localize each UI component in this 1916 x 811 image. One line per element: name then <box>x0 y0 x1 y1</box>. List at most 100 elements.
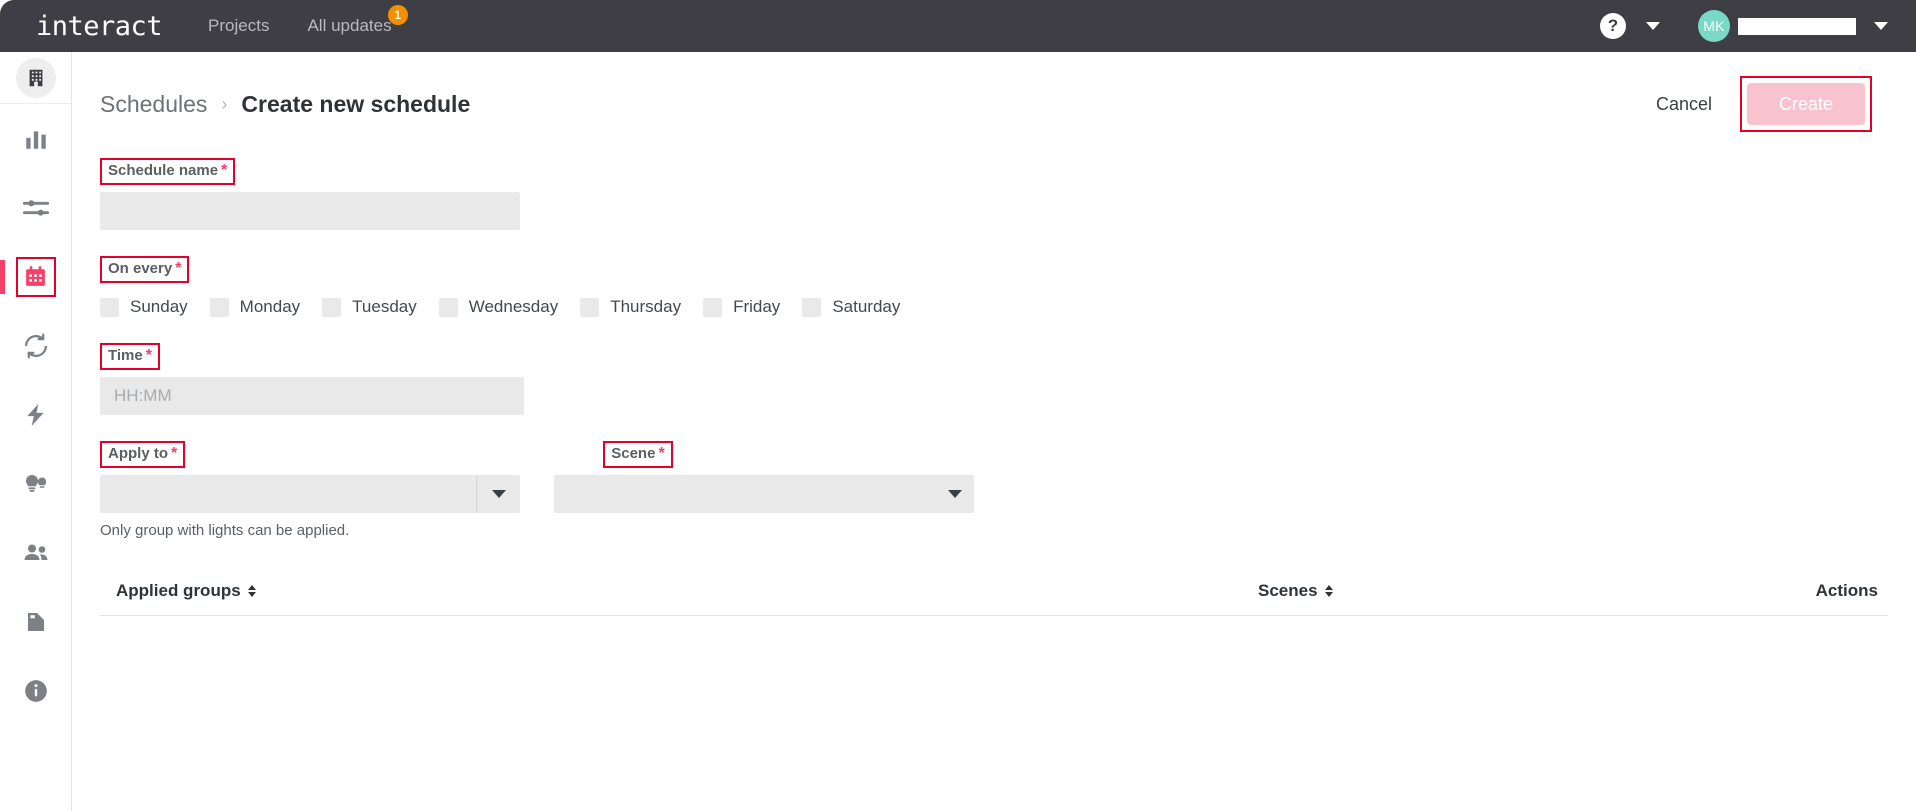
nav-projects-label: Projects <box>208 16 270 35</box>
on-every-label-highlight: On every * <box>100 256 190 283</box>
sidebar-item-sync[interactable] <box>0 311 71 380</box>
day-checkbox-thursday[interactable]: Thursday <box>580 297 681 317</box>
apply-to-label: Apply to <box>108 445 168 462</box>
field-apply-to-and-scene: Apply to * Scene * Only group with lights … <box>100 441 1888 539</box>
apply-to-required-mark: * <box>171 445 178 462</box>
people-icon <box>22 539 50 567</box>
scene-required-mark: * <box>658 445 665 462</box>
day-checkbox-saturday[interactable]: Saturday <box>802 297 900 317</box>
sort-toggle-icon[interactable] <box>1324 585 1333 597</box>
checkbox-icon[interactable] <box>802 297 822 317</box>
column-header-actions-label: Actions <box>1815 581 1878 600</box>
checkbox-icon[interactable] <box>100 297 119 317</box>
day-label: Friday <box>733 297 781 316</box>
dropdown-row: Only group with lights can be applied. <box>100 475 1888 539</box>
column-header-scenes-label: Scenes <box>1258 581 1318 600</box>
info-icon <box>23 678 49 704</box>
applied-groups-table: Applied groups Scenes Actions <box>100 581 1888 616</box>
apply-to-scene-labels: Apply to * Scene * <box>100 441 1888 468</box>
schedule-name-input[interactable] <box>100 192 520 230</box>
user-chevron-down-icon[interactable] <box>1874 22 1888 30</box>
schedule-name-label-highlight: Schedule name * <box>100 158 236 185</box>
create-button-highlight: Create <box>1740 76 1872 132</box>
time-label-highlight: Time * <box>100 343 160 370</box>
create-schedule-form: Schedule name* On every* Sunday Monday <box>72 128 1916 539</box>
day-checkbox-group: Sunday Monday Tuesday Wednesday Thursday <box>100 297 1888 317</box>
column-header-applied-groups[interactable]: Applied groups <box>116 581 1258 601</box>
updates-count-badge: 1 <box>387 5 408 25</box>
checkbox-icon[interactable] <box>438 297 458 317</box>
help-chevron-down-icon[interactable] <box>1646 22 1660 30</box>
left-sidebar <box>0 52 72 811</box>
day-checkbox-sunday[interactable]: Sunday <box>100 297 188 317</box>
checkbox-icon[interactable] <box>322 297 342 317</box>
day-label: Tuesday <box>352 297 417 316</box>
time-label: Time <box>108 347 143 364</box>
chevron-down-icon <box>491 490 506 498</box>
day-label: Sunday <box>130 297 188 316</box>
column-header-actions: Actions <box>1816 581 1878 601</box>
checkbox-icon[interactable] <box>580 297 600 317</box>
day-checkbox-wednesday[interactable]: Wednesday <box>438 297 558 317</box>
scene-dropdown[interactable] <box>554 475 974 513</box>
field-on-every: On every* Sunday Monday Tuesday Wednesd <box>100 256 1888 317</box>
apply-to-helper-text: Only group with lights can be applied. <box>100 522 350 539</box>
top-nav-links: Projects All updates 1 <box>208 5 408 36</box>
time-input[interactable] <box>100 377 524 415</box>
brand-logo[interactable]: interact <box>36 11 163 42</box>
nav-projects[interactable]: Projects <box>208 16 269 36</box>
table-header-row: Applied groups Scenes Actions <box>100 581 1888 616</box>
lightbulb-icon <box>22 470 50 498</box>
sidebar-item-reports[interactable] <box>0 587 71 656</box>
cancel-button[interactable]: Cancel <box>1656 94 1712 115</box>
day-checkbox-monday[interactable]: Monday <box>209 297 301 317</box>
breadcrumb-schedules[interactable]: Schedules <box>100 91 207 118</box>
sidebar-item-controls[interactable] <box>0 173 71 242</box>
top-right-cluster: ? MK <box>1600 10 1916 42</box>
checkbox-icon[interactable] <box>209 297 229 317</box>
scene-dropdown-group <box>554 475 974 539</box>
sidebar-item-organization[interactable] <box>0 52 71 104</box>
scene-label-highlight: Scene * <box>603 441 673 468</box>
column-header-scenes[interactable]: Scenes <box>1258 581 1770 601</box>
document-icon <box>24 610 48 634</box>
main-content: Schedules › Create new schedule Cancel C… <box>72 52 1916 811</box>
apply-to-label-highlight: Apply to * <box>100 441 186 468</box>
on-every-label: On every <box>108 260 173 277</box>
lightning-bolt-icon <box>23 402 49 428</box>
create-button[interactable]: Create <box>1747 83 1865 125</box>
help-icon[interactable]: ? <box>1600 13 1626 39</box>
page-header: Schedules › Create new schedule Cancel C… <box>72 52 1916 132</box>
avatar[interactable]: MK <box>1698 10 1730 42</box>
checkbox-icon[interactable] <box>703 297 723 317</box>
scene-dropdown-toggle[interactable] <box>936 475 974 513</box>
nav-all-updates-label: All updates <box>307 16 392 35</box>
field-time: Time * <box>100 343 1888 415</box>
apply-to-dropdown[interactable] <box>100 475 520 513</box>
day-checkbox-tuesday[interactable]: Tuesday <box>322 297 417 317</box>
sidebar-item-about[interactable] <box>0 656 71 725</box>
schedule-name-required-mark: * <box>221 162 228 179</box>
sort-toggle-icon[interactable] <box>247 585 256 597</box>
apply-to-dropdown-toggle[interactable] <box>476 475 520 513</box>
chevron-down-icon <box>948 490 962 498</box>
day-checkbox-friday[interactable]: Friday <box>703 297 780 317</box>
header-actions: Cancel Create <box>1656 76 1872 132</box>
top-navigation-bar: interact Projects All updates 1 ? MK <box>0 0 1916 52</box>
sidebar-item-schedules[interactable] <box>0 242 71 311</box>
day-label: Saturday <box>832 297 901 316</box>
breadcrumb-separator-icon: › <box>221 93 228 114</box>
sidebar-item-energy[interactable] <box>0 380 71 449</box>
apply-to-dropdown-group: Only group with lights can be applied. <box>100 475 520 539</box>
on-every-required-mark: * <box>175 260 182 277</box>
sidebar-item-lights[interactable] <box>0 449 71 518</box>
refresh-icon <box>22 332 50 360</box>
field-schedule-name: Schedule name * <box>100 158 1888 230</box>
page-title: Create new schedule <box>241 90 471 117</box>
bar-chart-icon <box>23 126 49 152</box>
sidebar-item-users[interactable] <box>0 518 71 587</box>
nav-all-updates[interactable]: All updates 1 <box>307 5 408 36</box>
day-label: Monday <box>239 297 301 316</box>
sidebar-item-insights[interactable] <box>0 104 71 173</box>
column-header-applied-groups-label: Applied groups <box>116 581 241 600</box>
